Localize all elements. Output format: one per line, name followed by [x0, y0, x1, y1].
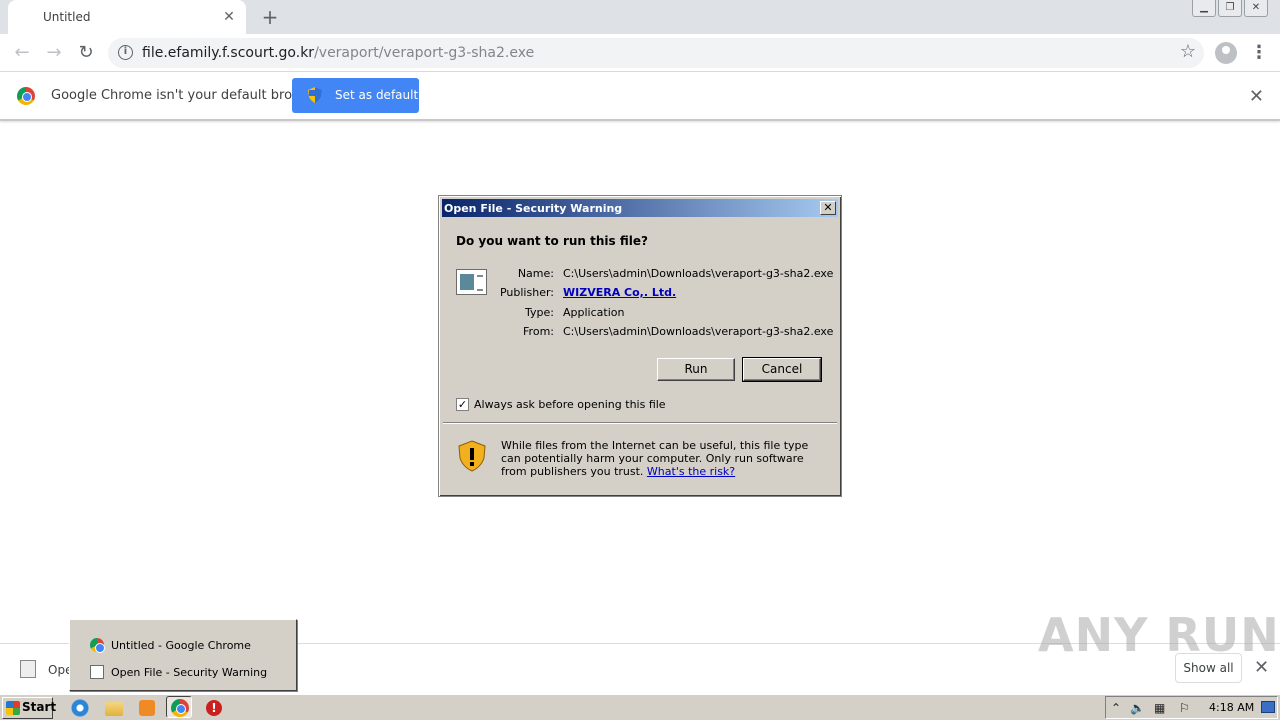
info-icon[interactable]: i [118, 45, 133, 60]
dialog-separator [443, 422, 837, 424]
forward-arrow-icon[interactable]: → [42, 41, 66, 65]
close-window-button[interactable]: ✕ [1244, 0, 1268, 17]
type-label: Type: [525, 306, 554, 319]
set-as-default-button[interactable]: Set as default [292, 78, 419, 113]
always-ask-label[interactable]: Always ask before opening this file [474, 398, 666, 411]
default-browser-infobar: Google Chrome isn't your default browser… [0, 72, 1280, 121]
start-label: Start [22, 700, 57, 714]
dialog-question: Do you want to run this file? [456, 234, 648, 248]
dialog-title: Open File - Security Warning [444, 202, 623, 215]
restore-button[interactable]: ❐ [1218, 0, 1242, 17]
infobar-message: Google Chrome isn't your default browser [51, 88, 323, 103]
clock[interactable]: 4:18 AM [1209, 701, 1254, 714]
reload-icon[interactable]: ↻ [74, 41, 98, 65]
set-as-default-label: Set as default [335, 88, 419, 102]
whats-the-risk-link[interactable]: What's the risk? [647, 465, 735, 478]
explorer-folder-icon[interactable] [105, 702, 123, 716]
dialog-close-icon[interactable]: ✕ [820, 201, 836, 215]
run-button[interactable]: Run [657, 358, 735, 381]
url-path: /veraport/veraport-g3-sha2.exe [314, 45, 535, 61]
url-host: file.efamily.f.scourt.go.kr [142, 45, 315, 61]
anyrun-watermark-logo: ANY RUN [1038, 608, 1280, 662]
url-text[interactable]: file.efamily.f.scourt.go.kr/veraport/ver… [142, 45, 534, 61]
start-button[interactable]: Start [2, 697, 57, 719]
new-tab-button[interactable]: + [258, 6, 282, 30]
application-file-icon [456, 269, 487, 295]
chrome-icon [171, 699, 189, 717]
menu-kebab-icon[interactable]: ⋮ [1250, 42, 1268, 64]
publisher-link[interactable]: WIZVERA Co,. Ltd. [563, 286, 676, 299]
name-value: C:\Users\admin\Downloads\veraport-g3-sha… [563, 267, 834, 280]
back-arrow-icon[interactable]: ← [10, 41, 34, 65]
media-player-icon[interactable] [139, 700, 155, 716]
chrome-taskbar-button[interactable] [166, 696, 192, 718]
stop-icon[interactable]: ! [206, 700, 222, 716]
chrome-logo-icon [17, 87, 35, 105]
warning-text: While files from the Internet can be use… [501, 439, 821, 478]
network-icon[interactable]: ▦ [1154, 701, 1165, 715]
tab-title: Untitled [43, 10, 91, 24]
volume-icon[interactable]: 🔈 [1130, 701, 1145, 715]
internet-explorer-icon[interactable] [70, 698, 90, 718]
from-value: C:\Users\admin\Downloads\veraport-g3-sha… [563, 325, 834, 338]
window-icon [90, 665, 104, 679]
chrome-icon [90, 638, 105, 653]
warning-shield-icon [458, 440, 486, 472]
taskbar: Start ! ⌃ 🔈 ▦ ⚐ 4:18 AM [0, 693, 1280, 720]
download-file-icon [20, 660, 36, 678]
address-bar[interactable]: i file.efamily.f.scourt.go.kr/veraport/v… [108, 38, 1204, 68]
type-value: Application [563, 306, 625, 319]
always-ask-checkbox[interactable]: ✓ [456, 398, 469, 411]
popup-item-label: Open File - Security Warning [111, 666, 268, 679]
tray-expand-icon[interactable]: ⌃ [1111, 701, 1121, 715]
name-label: Name: [517, 267, 554, 280]
popup-item-label: Untitled - Google Chrome [111, 639, 251, 652]
security-warning-dialog: Open File - Security Warning ✕ Do you wa… [438, 195, 842, 497]
uac-shield-icon [308, 87, 322, 103]
tab-strip: Untitled ✕ + ▁ ❐ ✕ [0, 0, 1280, 34]
cancel-button[interactable]: Cancel [742, 357, 822, 382]
bookmark-star-icon[interactable]: ☆ [1180, 41, 1196, 62]
profile-avatar-icon[interactable] [1215, 42, 1237, 64]
window-controls: ▁ ❐ ✕ [1192, 0, 1268, 18]
publisher-label: Publisher: [499, 286, 554, 299]
dialog-titlebar[interactable]: Open File - Security Warning ✕ [442, 199, 838, 217]
from-label: From: [523, 325, 554, 338]
browser-toolbar: ← → ↻ i file.efamily.f.scourt.go.kr/vera… [0, 34, 1280, 72]
show-desktop-icon[interactable] [1261, 701, 1275, 713]
minimize-button[interactable]: ▁ [1192, 0, 1216, 17]
browser-tab[interactable]: Untitled ✕ [8, 0, 246, 34]
tab-close-icon[interactable]: ✕ [220, 8, 238, 26]
system-tray: ⌃ 🔈 ▦ ⚐ 4:18 AM [1105, 696, 1278, 719]
windows-logo-icon [6, 701, 20, 715]
action-center-flag-icon[interactable]: ⚐ [1179, 701, 1190, 715]
taskbar-group-popup: Untitled - Google Chrome Open File - Sec… [69, 619, 297, 691]
infobar-close-icon[interactable]: ✕ [1249, 86, 1264, 107]
